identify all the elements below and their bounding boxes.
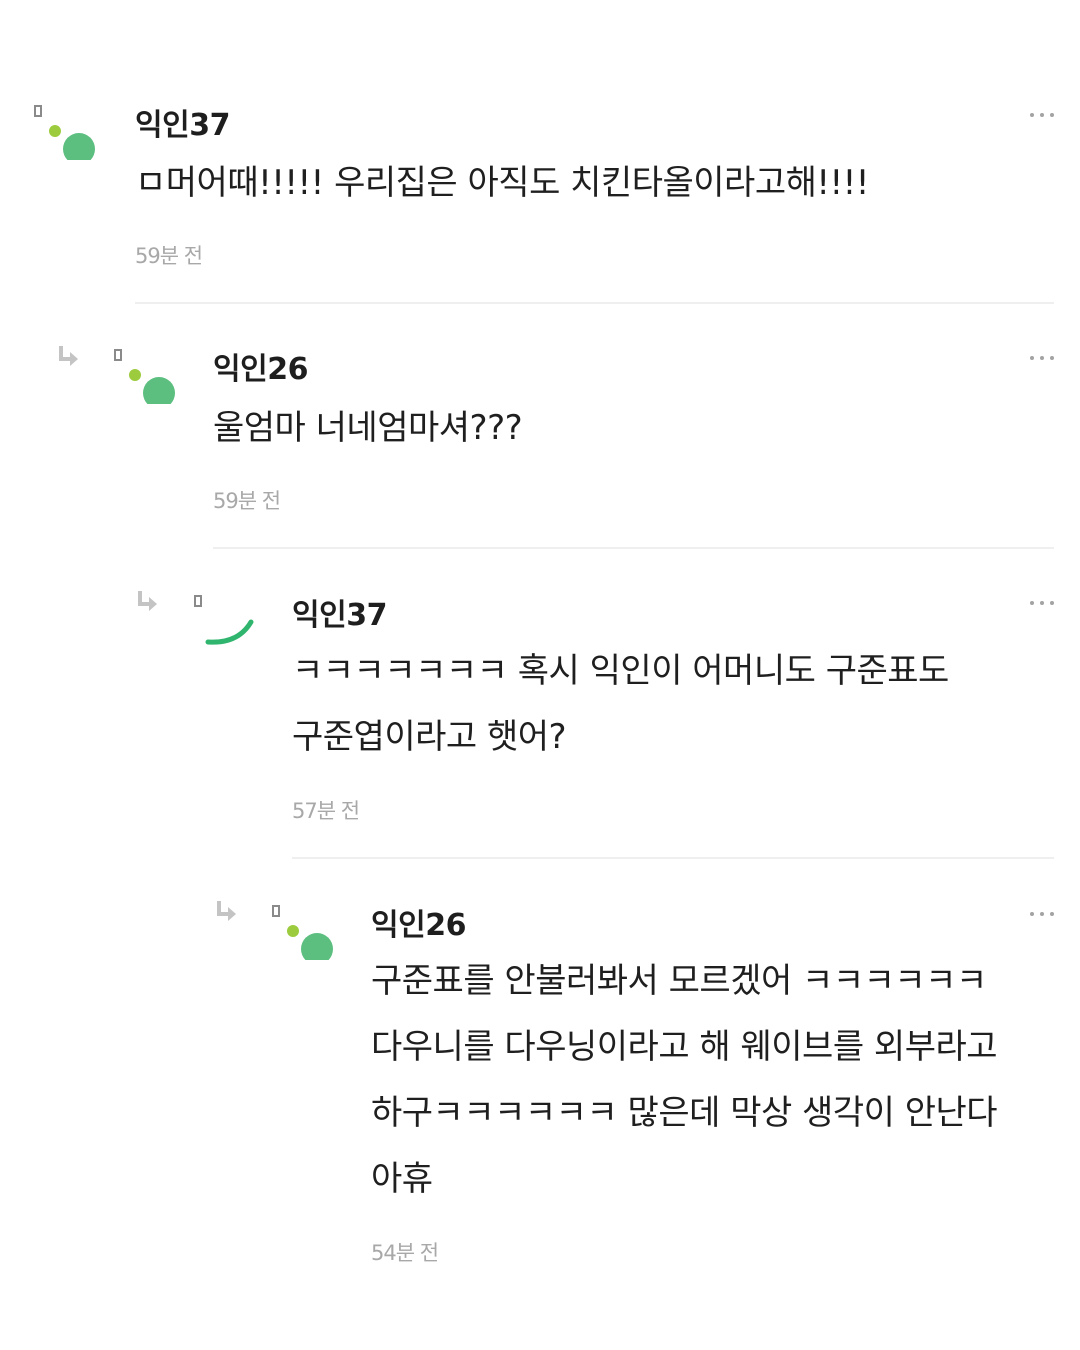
avatar-icon[interactable] xyxy=(30,100,100,160)
comment-author[interactable]: 익인37 xyxy=(292,590,387,634)
comment-text: ㅁ머어때!!!!! 우리집은 아직도 치킨타올이라고해!!!! xyxy=(135,163,869,203)
comment-timestamp: 59분 전 xyxy=(135,244,203,268)
comment-author[interactable]: 익인37 xyxy=(135,100,230,144)
reply-arrow-icon xyxy=(138,591,157,611)
comment-timestamp: 54분 전 xyxy=(371,1241,439,1265)
comment-timestamp: 59분 전 xyxy=(213,489,281,513)
comment-thread: 익인37 ㅁ머어때!!!!! 우리집은 아직도 치킨타올이라고해!!!! 59분… xyxy=(0,0,1080,1350)
avatar-icon[interactable] xyxy=(268,900,338,960)
reply-arrow-icon xyxy=(59,346,78,366)
comment-text: 울엄마 너네엄마셔??? xyxy=(213,408,523,448)
comment-divider xyxy=(213,547,1054,549)
comment-divider xyxy=(135,302,1054,304)
reply-arrow-icon xyxy=(217,901,236,921)
comment-text: ㅋㅋㅋㅋㅋㅋㅋ 혹시 익인이 어머니도 구준표도 구준엽이라고 햇어? xyxy=(292,651,949,757)
comment-text: 구준표를 안불러봐서 모르겠어 ㅋㅋㅋㅋㅋㅋ 다우니를 다우닝이라고 해 웨이브… xyxy=(371,961,998,1199)
more-options-icon[interactable] xyxy=(1030,353,1054,363)
more-options-icon[interactable] xyxy=(1030,598,1054,608)
comment-author[interactable]: 익인26 xyxy=(371,900,466,944)
comment-author[interactable]: 익인26 xyxy=(213,344,308,388)
comment-divider xyxy=(292,857,1054,859)
avatar-icon[interactable] xyxy=(110,344,180,404)
more-options-icon[interactable] xyxy=(1030,909,1054,919)
avatar-icon[interactable] xyxy=(190,590,260,650)
comment-timestamp: 57분 전 xyxy=(292,799,360,823)
more-options-icon[interactable] xyxy=(1030,110,1054,120)
